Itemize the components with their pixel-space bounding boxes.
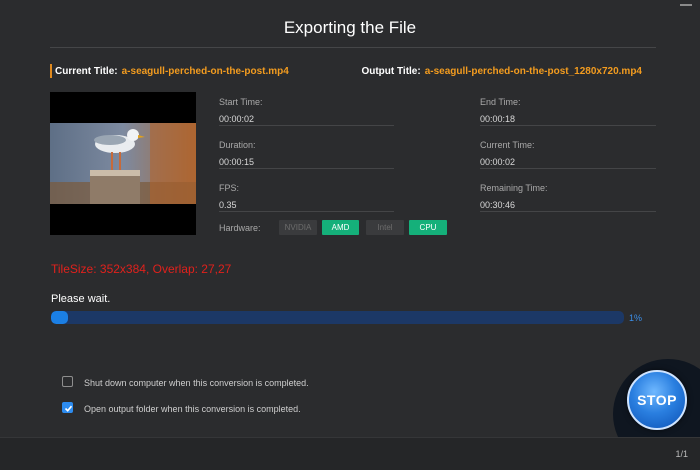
progress-bar	[51, 311, 624, 324]
divider	[480, 125, 656, 126]
wait-message: Please wait.	[51, 293, 111, 305]
end-time: End Time: 00:00:18	[480, 97, 656, 126]
remaining-time-label: Remaining Time:	[480, 183, 548, 193]
open-folder-label: Open output folder when this conversion …	[84, 404, 301, 414]
shutdown-checkbox[interactable]	[62, 376, 73, 387]
output-title: Output Title: a-seagull-perched-on-the-po…	[361, 66, 642, 77]
stop-area: STOP	[613, 357, 700, 437]
dialog-title: Exporting the File	[283, 18, 417, 37]
end-time-value: 00:00:18	[480, 114, 516, 124]
divider	[50, 47, 656, 48]
progress-fill	[51, 311, 69, 324]
open-folder-checkbox[interactable]	[62, 402, 73, 413]
fps: FPS: 0.35	[219, 183, 394, 212]
hardware-label: Hardware:	[219, 223, 261, 233]
hardware-amd-button[interactable]: AMD	[322, 220, 359, 235]
shutdown-label: Shut down computer when this conversion …	[84, 378, 309, 388]
current-title-value: a-seagull-perched-on-the-post.mp4	[121, 66, 289, 77]
current-title-label: Current Title:	[55, 66, 118, 77]
divider	[480, 211, 656, 212]
divider	[480, 168, 656, 169]
stop-button[interactable]: STOP	[627, 370, 687, 430]
video-thumbnail	[50, 92, 196, 235]
duration-label: Duration:	[219, 140, 256, 150]
duration: Duration: 00:00:15	[219, 140, 394, 169]
current-title: Current Title: a-seagull-perched-on-the-p…	[55, 66, 289, 77]
page-indicator: 1/1	[675, 449, 688, 459]
divider	[219, 125, 394, 126]
stop-label: STOP	[637, 392, 677, 408]
progress-percent: 1%	[629, 313, 643, 323]
footer-bar: 1/1	[0, 437, 700, 470]
start-time-value: 00:00:02	[219, 114, 255, 124]
start-time-label: Start Time:	[219, 97, 263, 107]
current-time: Current Time: 00:00:02	[480, 140, 656, 169]
output-title-label: Output Title:	[361, 66, 421, 77]
duration-value: 00:00:15	[219, 157, 255, 167]
minimize-icon[interactable]	[680, 4, 692, 6]
checkbox-check-icon	[64, 405, 73, 412]
divider	[219, 211, 394, 212]
remaining-time-value: 00:30:46	[480, 200, 516, 210]
hardware-intel-button[interactable]: Intel	[366, 220, 404, 235]
hardware-nvidia-button[interactable]: NVIDIA	[279, 220, 317, 235]
fps-value: 0.35	[219, 200, 237, 210]
current-time-label: Current Time:	[480, 140, 535, 150]
remaining-time: Remaining Time: 00:30:46	[480, 183, 656, 212]
hardware-cpu-button[interactable]: CPU	[409, 220, 447, 235]
file-titles: Current Title: a-seagull-perched-on-the-p…	[50, 64, 650, 80]
end-time-label: End Time:	[480, 97, 521, 107]
accent-bar	[50, 64, 52, 78]
fps-label: FPS:	[219, 183, 240, 193]
start-time: Start Time: 00:00:02	[219, 97, 394, 126]
tile-size-status: TileSize: 352x384, Overlap: 27,27	[51, 262, 232, 276]
current-time-value: 00:00:02	[480, 157, 516, 167]
output-title-value: a-seagull-perched-on-the-post_1280x720.m…	[424, 66, 642, 77]
divider	[219, 168, 394, 169]
